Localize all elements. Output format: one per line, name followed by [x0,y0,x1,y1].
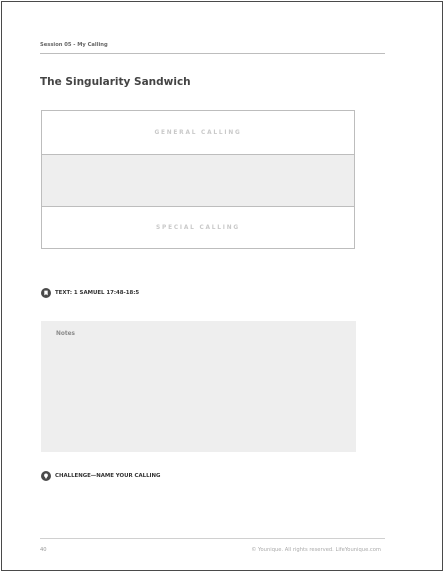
session-header: Session 05 - My Calling [40,42,108,48]
scripture-text-label: TEXT: 1 SAMUEL 17:48-18:5 [55,290,140,296]
special-calling-label: SPECIAL CALLING [156,225,240,231]
challenge-label: CHALLENGE—NAME YOUR CALLING [55,473,161,479]
page-title: The Singularity Sandwich [40,76,191,88]
general-calling-label: GENERAL CALLING [154,129,242,136]
special-calling-band: SPECIAL CALLING [42,207,354,249]
copyright-notice: © Younique. All rights reserved. LifeYou… [251,547,381,553]
bookmark-icon [41,288,51,298]
singularity-band [42,154,354,207]
notes-label: Notes [56,331,75,337]
lightbulb-icon [41,471,51,481]
singularity-sandwich-diagram: GENERAL CALLING SPECIAL CALLING [41,110,355,249]
page-number: 40 [40,547,47,553]
header-divider [40,53,385,54]
notes-area[interactable]: Notes [41,321,356,452]
footer-divider [40,538,385,539]
general-calling-band: GENERAL CALLING [42,111,354,154]
document-page: Session 05 - My Calling The Singularity … [1,1,443,571]
